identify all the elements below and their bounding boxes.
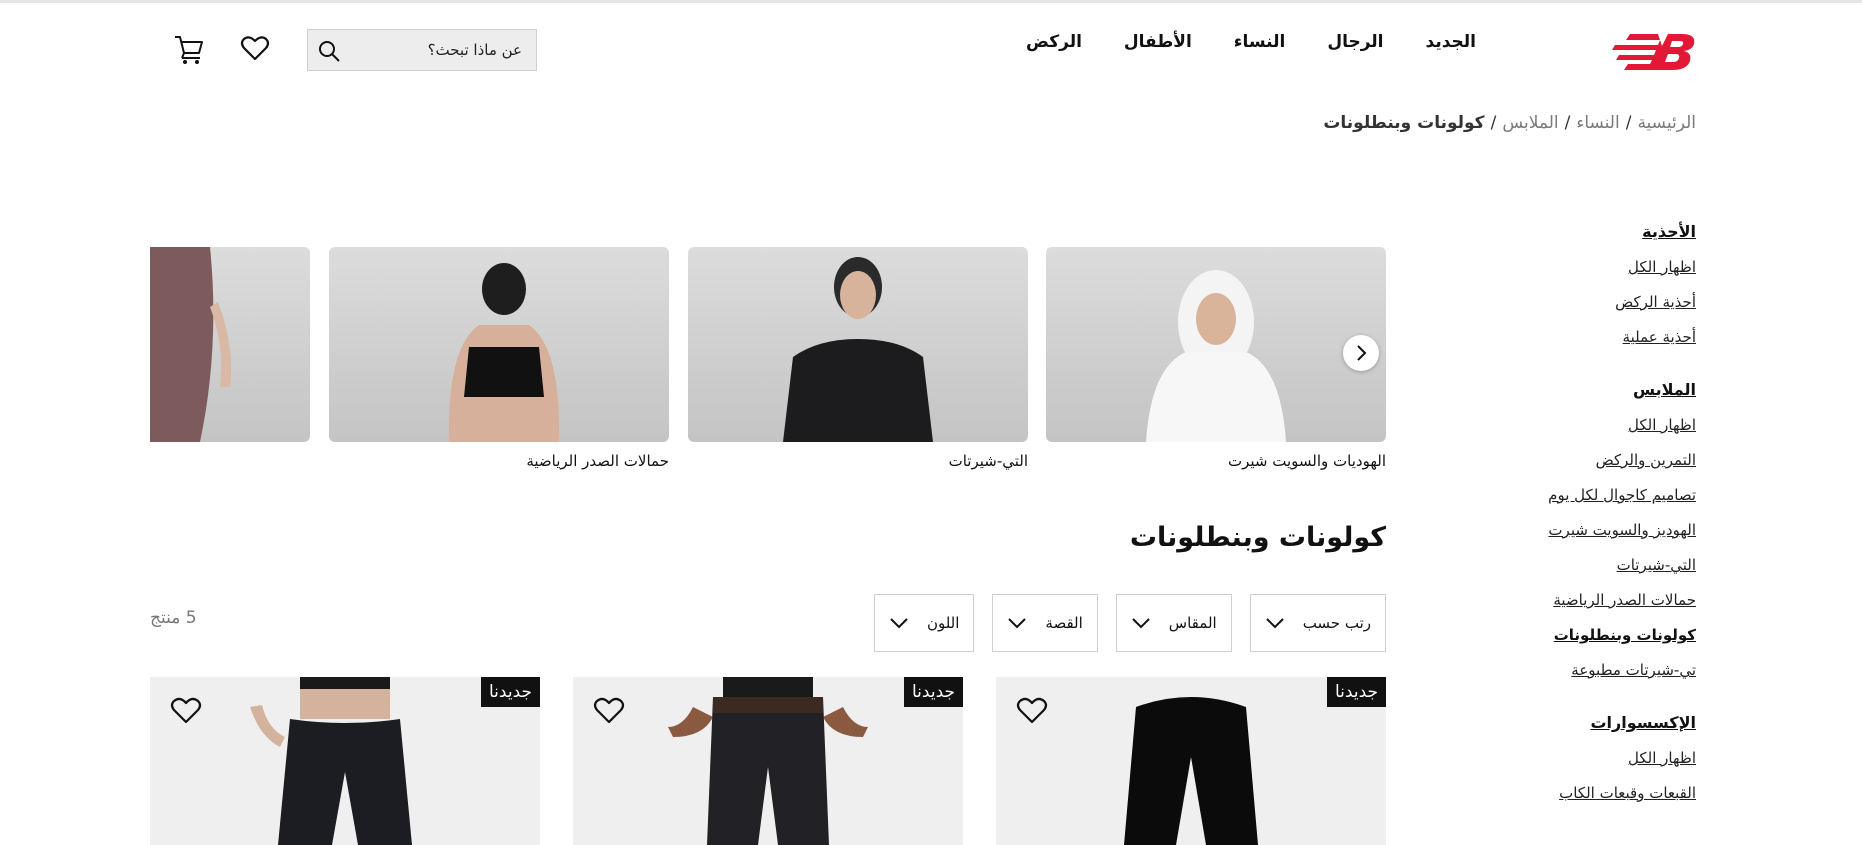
breadcrumb-separator: /: [1564, 113, 1571, 133]
heart-icon[interactable]: [1016, 695, 1048, 725]
carousel-next-button[interactable]: [1343, 335, 1379, 371]
category-carousel: الهوديات والسويت شيرت التي-شيرتات حمالات…: [150, 247, 1386, 477]
chevron-down-icon: [1008, 618, 1027, 629]
new-balance-logo[interactable]: [1610, 30, 1696, 72]
chevron-right-icon: [1357, 345, 1367, 361]
filter-label: القصة: [1045, 614, 1083, 632]
new-badge: جديدنا: [1327, 677, 1386, 707]
category-image: [329, 247, 669, 442]
size-filter[interactable]: المقاس: [1115, 594, 1232, 652]
category-label: التي-شيرتات: [948, 452, 1028, 470]
category-sidebar: الأحذية اظهار الكل أحذية الركض أحذية عمل…: [1486, 222, 1696, 836]
category-image: [1046, 247, 1386, 442]
heart-icon[interactable]: [240, 33, 270, 63]
product-grid: جديدنا جديدنا جديدنا: [150, 677, 1386, 845]
heart-icon[interactable]: [170, 695, 202, 725]
chevron-down-icon: [1265, 618, 1284, 629]
category-image: [150, 247, 310, 442]
fit-filter[interactable]: القصة: [992, 594, 1098, 652]
sidebar-item-training[interactable]: التمرين والركض: [1486, 449, 1696, 471]
sidebar-group-clothing: الملابس اظهار الكل التمرين والركض تصاميم…: [1486, 380, 1696, 681]
category-card-leggings[interactable]: [150, 247, 310, 452]
sidebar-item-running-shoes[interactable]: أحذية الركض: [1486, 291, 1696, 313]
sidebar-heading-accessories[interactable]: الإكسسوارات: [1486, 713, 1696, 732]
model-leggings-image: [150, 247, 232, 442]
model-hoodie-image: [1146, 270, 1286, 442]
breadcrumb-home[interactable]: الرئيسية: [1637, 113, 1696, 133]
sidebar-item-casual[interactable]: تصاميم كاجوال لكل يوم: [1486, 484, 1696, 506]
breadcrumb-clothing[interactable]: الملابس: [1502, 113, 1558, 133]
sidebar-item-accessories-all[interactable]: اظهار الكل: [1486, 747, 1696, 769]
sidebar-item-tshirts[interactable]: التي-شيرتات: [1486, 554, 1696, 576]
filter-label: رتب حسب: [1302, 614, 1371, 632]
page-title: كولونات وبنطلونات: [1129, 522, 1386, 553]
chevron-down-icon: [1132, 618, 1150, 629]
sidebar-item-leggings-pants[interactable]: كولونات وبنطلونات: [1486, 624, 1696, 646]
nav-running[interactable]: الركض: [1026, 32, 1082, 52]
search-input[interactable]: [356, 30, 536, 70]
search-box: [307, 29, 537, 71]
cart-icon[interactable]: [174, 33, 204, 65]
nav-new[interactable]: الجديد: [1426, 32, 1477, 52]
sidebar-item-lifestyle-shoes[interactable]: أحذية عملية: [1486, 326, 1696, 348]
sidebar-heading-shoes[interactable]: الأحذية: [1486, 222, 1696, 241]
model-tshirt-image: [783, 257, 933, 442]
breadcrumb: الرئيسية / النساء / الملابس / كولونات وب…: [1323, 113, 1696, 133]
breadcrumb-current: كولونات وبنطلونات: [1323, 113, 1485, 133]
top-divider: [0, 0, 1862, 3]
product-card[interactable]: جديدنا: [573, 677, 963, 845]
search-icon[interactable]: [316, 38, 342, 64]
sidebar-heading-clothing[interactable]: الملابس: [1486, 380, 1696, 399]
breadcrumb-separator: /: [1490, 113, 1497, 133]
nav-women[interactable]: النساء: [1234, 32, 1286, 52]
category-label: الهوديات والسويت شيرت: [1228, 452, 1386, 470]
filter-label: اللون: [926, 614, 960, 632]
filter-bar: رتب حسب المقاس القصة اللون: [873, 594, 1386, 652]
sidebar-group-shoes: الأحذية اظهار الكل أحذية الركض أحذية عمل…: [1486, 222, 1696, 348]
product-card[interactable]: جديدنا: [150, 677, 540, 845]
category-card-hoodies[interactable]: الهوديات والسويت شيرت: [1046, 247, 1386, 470]
category-image: [688, 247, 1028, 442]
chevron-down-icon: [890, 618, 908, 629]
category-label: حمالات الصدر الرياضية: [526, 452, 669, 470]
product-card[interactable]: جديدنا: [996, 677, 1386, 845]
nav-kids[interactable]: الأطفال: [1124, 32, 1192, 52]
category-card-sports-bras[interactable]: حمالات الصدر الرياضية: [329, 247, 669, 470]
product-count: 5 منتج: [150, 608, 197, 628]
new-badge: جديدنا: [481, 677, 540, 707]
sidebar-item-caps[interactable]: القبعات وقبعات الكاب: [1486, 782, 1696, 804]
sidebar-item-sports-bras[interactable]: حمالات الصدر الرياضية: [1486, 589, 1696, 611]
model-sports-bra-image: [448, 263, 560, 442]
sidebar-group-accessories: الإكسسوارات اظهار الكل القبعات وقبعات ال…: [1486, 713, 1696, 804]
sidebar-item-hoodies[interactable]: الهوديز والسويت شيرت: [1486, 519, 1696, 541]
color-filter[interactable]: اللون: [873, 594, 975, 652]
category-card-tshirts[interactable]: التي-شيرتات: [688, 247, 1028, 470]
sidebar-item-shoes-all[interactable]: اظهار الكل: [1486, 256, 1696, 278]
heart-icon[interactable]: [593, 695, 625, 725]
new-badge: جديدنا: [904, 677, 963, 707]
nav-men[interactable]: الرجال: [1327, 32, 1383, 52]
filter-label: المقاس: [1168, 614, 1217, 632]
sidebar-item-clothing-all[interactable]: اظهار الكل: [1486, 414, 1696, 436]
sort-dropdown[interactable]: رتب حسب: [1249, 594, 1386, 652]
sidebar-item-graphic-tees[interactable]: تي-شيرتات مطبوعة: [1486, 659, 1696, 681]
main-nav: الجديد الرجال النساء الأطفال الركض: [1026, 32, 1476, 52]
breadcrumb-separator: /: [1625, 113, 1632, 133]
breadcrumb-women[interactable]: النساء: [1576, 113, 1619, 133]
